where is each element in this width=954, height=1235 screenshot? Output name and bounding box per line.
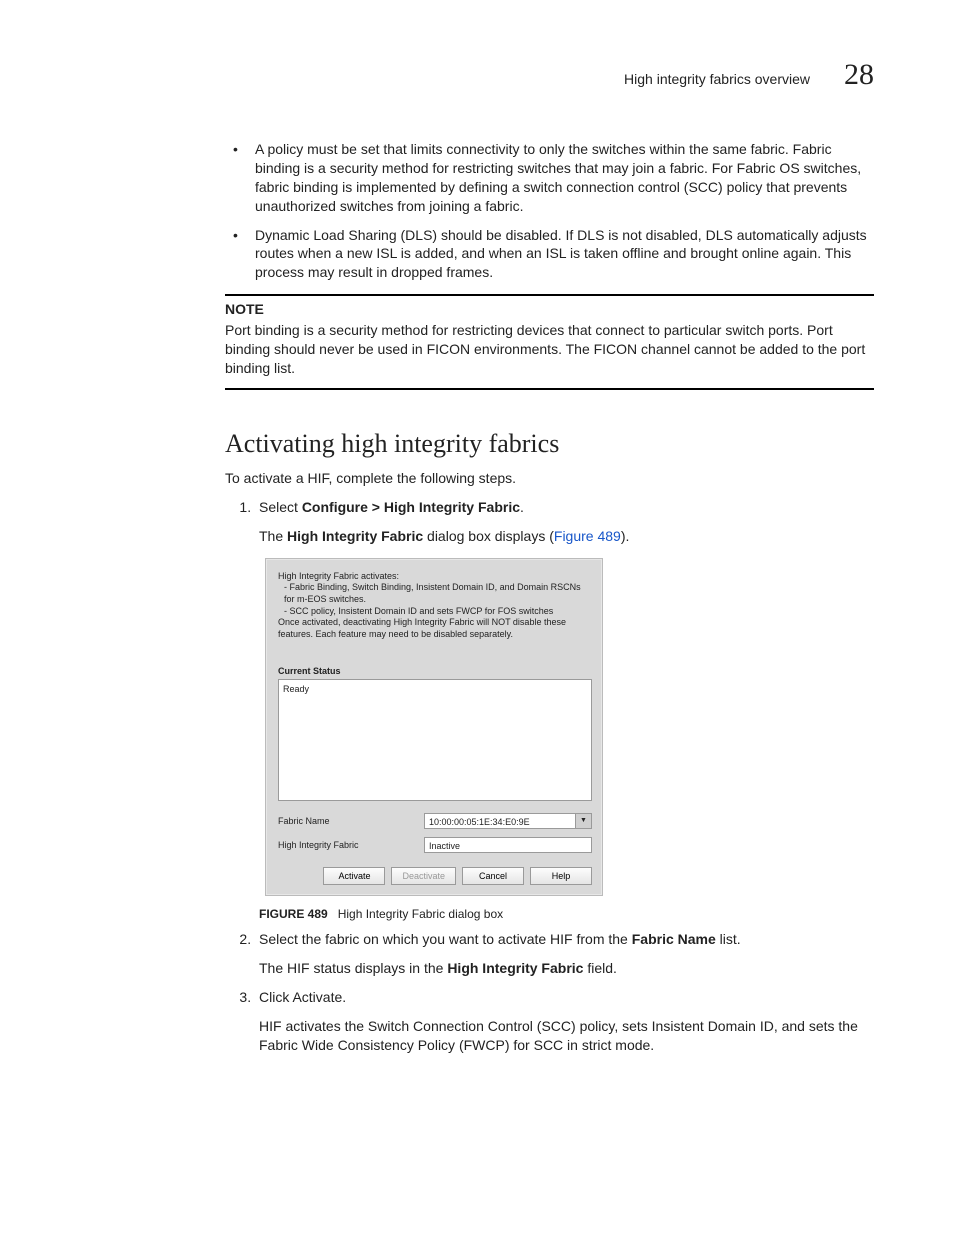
page: High integrity fabrics overview 28 A pol… bbox=[0, 0, 954, 1235]
current-status-label: Current Status bbox=[278, 665, 592, 677]
step-2-sub: The HIF status displays in the High Inte… bbox=[259, 959, 874, 978]
step-1-sub: The High Integrity Fabric dialog box dis… bbox=[259, 527, 874, 546]
figure-caption-text: High Integrity Fabric dialog box bbox=[338, 907, 503, 921]
content: A policy must be set that limits connect… bbox=[225, 140, 874, 1054]
divider bbox=[225, 388, 874, 390]
current-status-value: Ready bbox=[283, 684, 309, 694]
field-name: Fabric Name bbox=[632, 931, 716, 947]
figure-link[interactable]: Figure 489 bbox=[554, 528, 621, 544]
text: High Integrity Fabric activates: bbox=[278, 571, 399, 581]
field-name: High Integrity Fabric bbox=[447, 960, 583, 976]
current-status-box: Ready bbox=[278, 679, 592, 801]
list-item: Dynamic Load Sharing (DLS) should be dis… bbox=[225, 226, 874, 283]
section-intro: To activate a HIF, complete the followin… bbox=[225, 469, 874, 488]
step-3: Click Activate. HIF activates the Switch… bbox=[255, 988, 874, 1055]
text: field. bbox=[583, 960, 616, 976]
bullet-list: A policy must be set that limits connect… bbox=[225, 140, 874, 282]
note-label: NOTE bbox=[225, 300, 874, 319]
text: Select bbox=[259, 499, 302, 515]
running-header: High integrity fabrics overview 28 bbox=[624, 58, 874, 92]
list-item: A policy must be set that limits connect… bbox=[225, 140, 874, 216]
text: Click Activate. bbox=[259, 989, 346, 1005]
text: list. bbox=[716, 931, 741, 947]
text: . bbox=[520, 499, 524, 515]
hif-value: Inactive bbox=[424, 837, 592, 853]
text: ). bbox=[621, 528, 630, 544]
menu-path: Configure > High Integrity Fabric bbox=[302, 499, 520, 515]
dialog-description: High Integrity Fabric activates: - Fabri… bbox=[278, 571, 592, 641]
note-body: Port binding is a security method for re… bbox=[225, 321, 874, 378]
hif-label: High Integrity Fabric bbox=[278, 839, 418, 851]
step-3-sub: HIF activates the Switch Connection Cont… bbox=[259, 1017, 874, 1055]
divider bbox=[225, 294, 874, 296]
fabric-name-combo[interactable]: 10:00:00:05:1E:34:E0:9E ▼ bbox=[424, 813, 592, 829]
chapter-number: 28 bbox=[844, 58, 874, 92]
dialog-name: High Integrity Fabric bbox=[287, 528, 423, 544]
fabric-name-value: 10:00:00:05:1E:34:E0:9E bbox=[424, 813, 576, 829]
hif-dialog: High Integrity Fabric activates: - Fabri… bbox=[265, 558, 603, 896]
text: - Fabric Binding, Switch Binding, Insist… bbox=[278, 582, 592, 605]
text: The HIF status displays in the bbox=[259, 960, 447, 976]
text: Once activated, deactivating High Integr… bbox=[278, 617, 566, 639]
dialog-buttons: Activate Deactivate Cancel Help bbox=[278, 867, 592, 885]
figure-caption: FIGURE 489 High Integrity Fabric dialog b… bbox=[259, 906, 874, 922]
chevron-down-icon[interactable]: ▼ bbox=[576, 813, 592, 829]
hif-row: High Integrity Fabric Inactive bbox=[278, 837, 592, 853]
text: Select the fabric on which you want to a… bbox=[259, 931, 632, 947]
step-1: Select Configure > High Integrity Fabric… bbox=[255, 498, 874, 922]
activate-button[interactable]: Activate bbox=[323, 867, 385, 885]
running-title: High integrity fabrics overview bbox=[624, 71, 810, 87]
text: The bbox=[259, 528, 287, 544]
figure-label: FIGURE 489 bbox=[259, 907, 328, 921]
help-button[interactable]: Help bbox=[530, 867, 592, 885]
steps-list: Select Configure > High Integrity Fabric… bbox=[225, 498, 874, 1055]
fabric-name-row: Fabric Name 10:00:00:05:1E:34:E0:9E ▼ bbox=[278, 813, 592, 829]
text: - SCC policy, Insistent Domain ID and se… bbox=[278, 606, 592, 618]
fabric-name-label: Fabric Name bbox=[278, 815, 418, 827]
step-2: Select the fabric on which you want to a… bbox=[255, 930, 874, 978]
section-heading: Activating high integrity fabrics bbox=[225, 426, 874, 461]
deactivate-button: Deactivate bbox=[391, 867, 456, 885]
text: dialog box displays ( bbox=[423, 528, 554, 544]
figure-screenshot: High Integrity Fabric activates: - Fabri… bbox=[265, 558, 874, 896]
cancel-button[interactable]: Cancel bbox=[462, 867, 524, 885]
